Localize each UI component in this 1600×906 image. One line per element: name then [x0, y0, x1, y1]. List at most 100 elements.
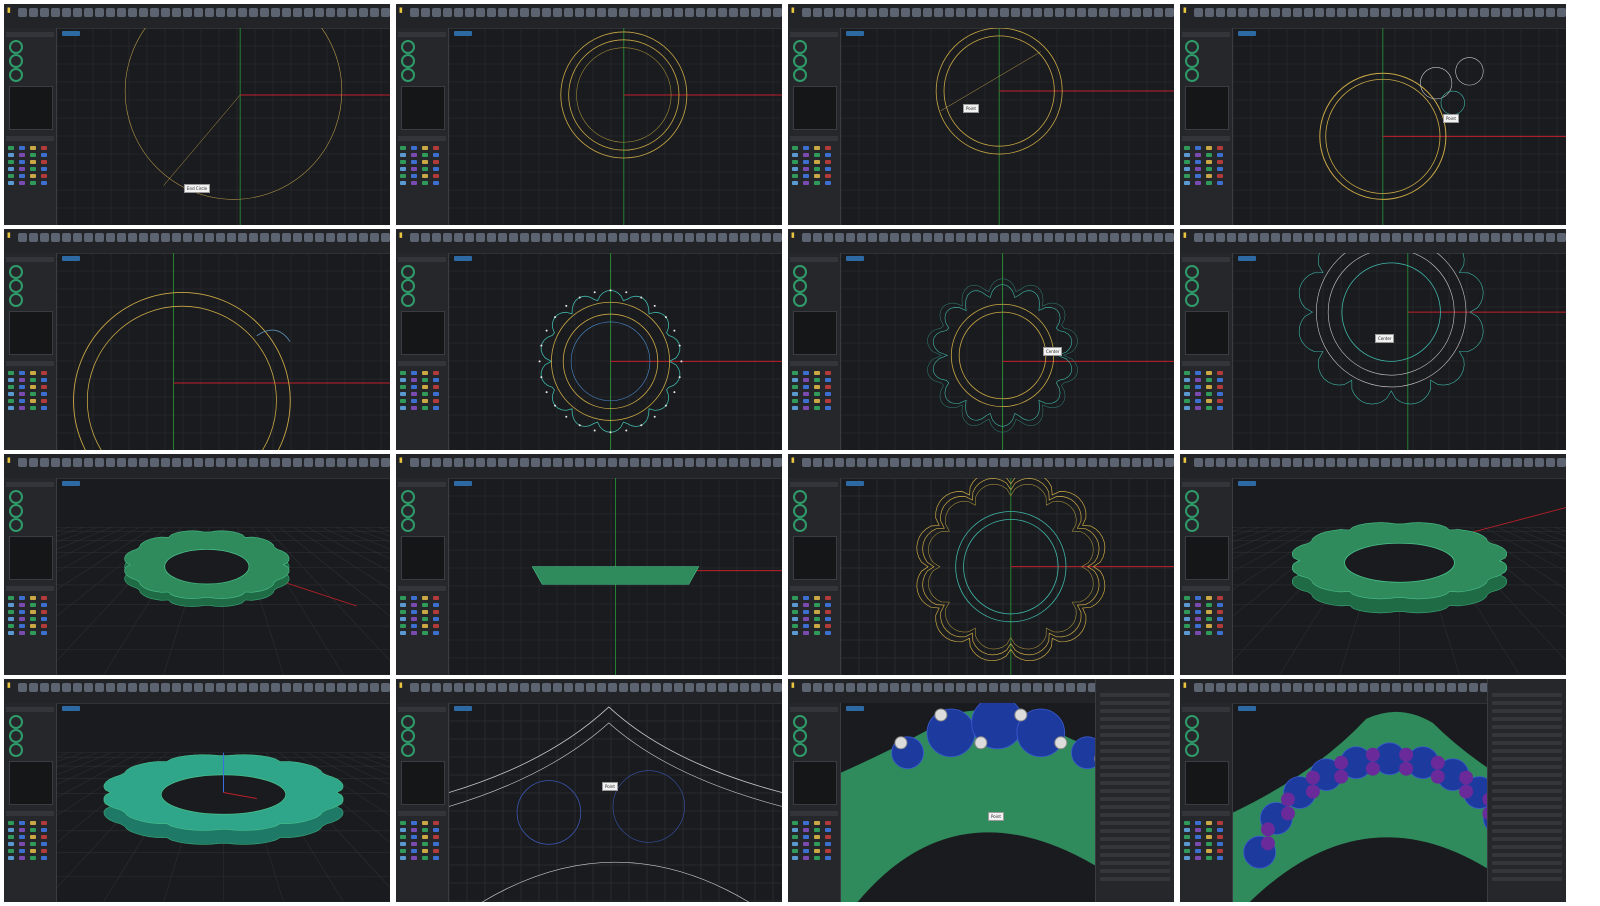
- layer-swatch[interactable]: [803, 849, 809, 853]
- toolbar-tool-icon[interactable]: [509, 683, 518, 692]
- toolbar-tool-icon[interactable]: [1011, 683, 1020, 692]
- toolbar-tool-icon[interactable]: [641, 458, 650, 467]
- layer-swatch[interactable]: [422, 631, 428, 635]
- layer-swatch[interactable]: [1217, 392, 1223, 396]
- layer-swatch[interactable]: [30, 174, 36, 178]
- toolbar-tool-icon[interactable]: [1513, 458, 1522, 467]
- layer-swatch[interactable]: [400, 181, 406, 185]
- layer-swatch[interactable]: [30, 849, 36, 853]
- toolbar-tool-icon[interactable]: [685, 683, 694, 692]
- toolbar-tool-icon[interactable]: [410, 8, 419, 17]
- layer-swatch[interactable]: [814, 399, 820, 403]
- layer-swatch[interactable]: [1195, 842, 1201, 846]
- toolbar-tool-icon[interactable]: [520, 683, 529, 692]
- layer-swatch[interactable]: [30, 406, 36, 410]
- toolbar-tool-icon[interactable]: [1194, 683, 1203, 692]
- layer-swatch[interactable]: [825, 146, 831, 150]
- layer-swatch[interactable]: [792, 821, 798, 825]
- layer-swatch[interactable]: [803, 617, 809, 621]
- layer-swatch[interactable]: [400, 631, 406, 635]
- view-label[interactable]: [1238, 31, 1256, 36]
- toolbar-tool-icon[interactable]: [1121, 8, 1130, 17]
- toolbar-tool-icon[interactable]: [1403, 683, 1412, 692]
- viewport[interactable]: [57, 478, 390, 675]
- toolbar-tool-icon[interactable]: [106, 683, 115, 692]
- layer-swatch[interactable]: [8, 406, 14, 410]
- toolbar-tool-icon[interactable]: [161, 8, 170, 17]
- toolbar-tool-icon[interactable]: [1469, 8, 1478, 17]
- toolbar-tool-icon[interactable]: [40, 233, 49, 242]
- layer-swatch[interactable]: [422, 849, 428, 853]
- layer-swatch[interactable]: [19, 856, 25, 860]
- toolbar-tool-icon[interactable]: [1293, 8, 1302, 17]
- toolbar-tool-icon[interactable]: [1469, 683, 1478, 692]
- ring-preset-icon[interactable]: [401, 729, 415, 743]
- ring-preset-icon[interactable]: [401, 293, 415, 307]
- toolbar-tool-icon[interactable]: [934, 8, 943, 17]
- toolbar-tool-icon[interactable]: [498, 683, 507, 692]
- toolbar-tool-icon[interactable]: [619, 8, 628, 17]
- viewport-canvas[interactable]: [449, 253, 782, 450]
- ring-preset-icon[interactable]: [9, 743, 23, 757]
- toolbar-tool-icon[interactable]: [879, 458, 888, 467]
- toolbar-tool-icon[interactable]: [1260, 8, 1269, 17]
- panel-row[interactable]: [1100, 837, 1170, 841]
- layer-swatch[interactable]: [30, 392, 36, 396]
- layer-swatch[interactable]: [792, 610, 798, 614]
- layer-swatch[interactable]: [792, 392, 798, 396]
- toolbar-tool-icon[interactable]: [1370, 683, 1379, 692]
- toolbar-tool-icon[interactable]: [161, 233, 170, 242]
- panel-row[interactable]: [1492, 797, 1562, 801]
- layer-swatch[interactable]: [1206, 828, 1212, 832]
- viewport-canvas[interactable]: [449, 478, 782, 675]
- layer-swatch[interactable]: [411, 160, 417, 164]
- toolbar-tool-icon[interactable]: [989, 683, 998, 692]
- toolbar-tool-icon[interactable]: [813, 458, 822, 467]
- layer-swatch[interactable]: [803, 167, 809, 171]
- toolbar-tool-icon[interactable]: [1315, 233, 1324, 242]
- toolbar-tool-icon[interactable]: [1066, 8, 1075, 17]
- toolbar-tool-icon[interactable]: [227, 683, 236, 692]
- layer-swatch[interactable]: [1195, 603, 1201, 607]
- toolbar-tool-icon[interactable]: [685, 233, 694, 242]
- layer-swatch[interactable]: [30, 603, 36, 607]
- ring-preset-icon[interactable]: [793, 68, 807, 82]
- toolbar-tool-icon[interactable]: [923, 233, 932, 242]
- layer-swatch[interactable]: [803, 153, 809, 157]
- layer-swatch[interactable]: [1184, 617, 1190, 621]
- layer-swatch[interactable]: [19, 406, 25, 410]
- ring-preset-icon[interactable]: [401, 518, 415, 532]
- layer-swatch[interactable]: [825, 181, 831, 185]
- toolbar-tool-icon[interactable]: [194, 8, 203, 17]
- toolbar-tool-icon[interactable]: [1282, 683, 1291, 692]
- layer-swatch[interactable]: [1195, 160, 1201, 164]
- toolbar-tool-icon[interactable]: [846, 458, 855, 467]
- panel-row[interactable]: [1492, 733, 1562, 737]
- toolbar-tool-icon[interactable]: [1055, 458, 1064, 467]
- layer-swatch[interactable]: [400, 596, 406, 600]
- toolbar-tool-icon[interactable]: [630, 458, 639, 467]
- toolbar-tool-icon[interactable]: [1359, 8, 1368, 17]
- toolbar-tool-icon[interactable]: [802, 683, 811, 692]
- toolbar-tool-icon[interactable]: [879, 233, 888, 242]
- toolbar-tool-icon[interactable]: [1132, 233, 1141, 242]
- panel-row[interactable]: [1100, 709, 1170, 713]
- toolbar-tool-icon[interactable]: [465, 683, 474, 692]
- toolbar-tool-icon[interactable]: [348, 458, 357, 467]
- toolbar-tool-icon[interactable]: [652, 683, 661, 692]
- layer-swatch[interactable]: [411, 181, 417, 185]
- layer-swatch[interactable]: [19, 146, 25, 150]
- toolbar-tool-icon[interactable]: [106, 8, 115, 17]
- toolbar-tool-icon[interactable]: [1249, 233, 1258, 242]
- layer-swatch[interactable]: [400, 378, 406, 382]
- layer-swatch[interactable]: [825, 842, 831, 846]
- layer-swatch[interactable]: [19, 174, 25, 178]
- layer-swatch[interactable]: [433, 624, 439, 628]
- toolbar-tool-icon[interactable]: [29, 683, 38, 692]
- toolbar-tool-icon[interactable]: [956, 8, 965, 17]
- toolbar-tool-icon[interactable]: [1403, 458, 1412, 467]
- layer-swatch[interactable]: [1217, 146, 1223, 150]
- layer-swatch[interactable]: [433, 385, 439, 389]
- toolbar-tool-icon[interactable]: [1403, 8, 1412, 17]
- layer-swatch[interactable]: [814, 596, 820, 600]
